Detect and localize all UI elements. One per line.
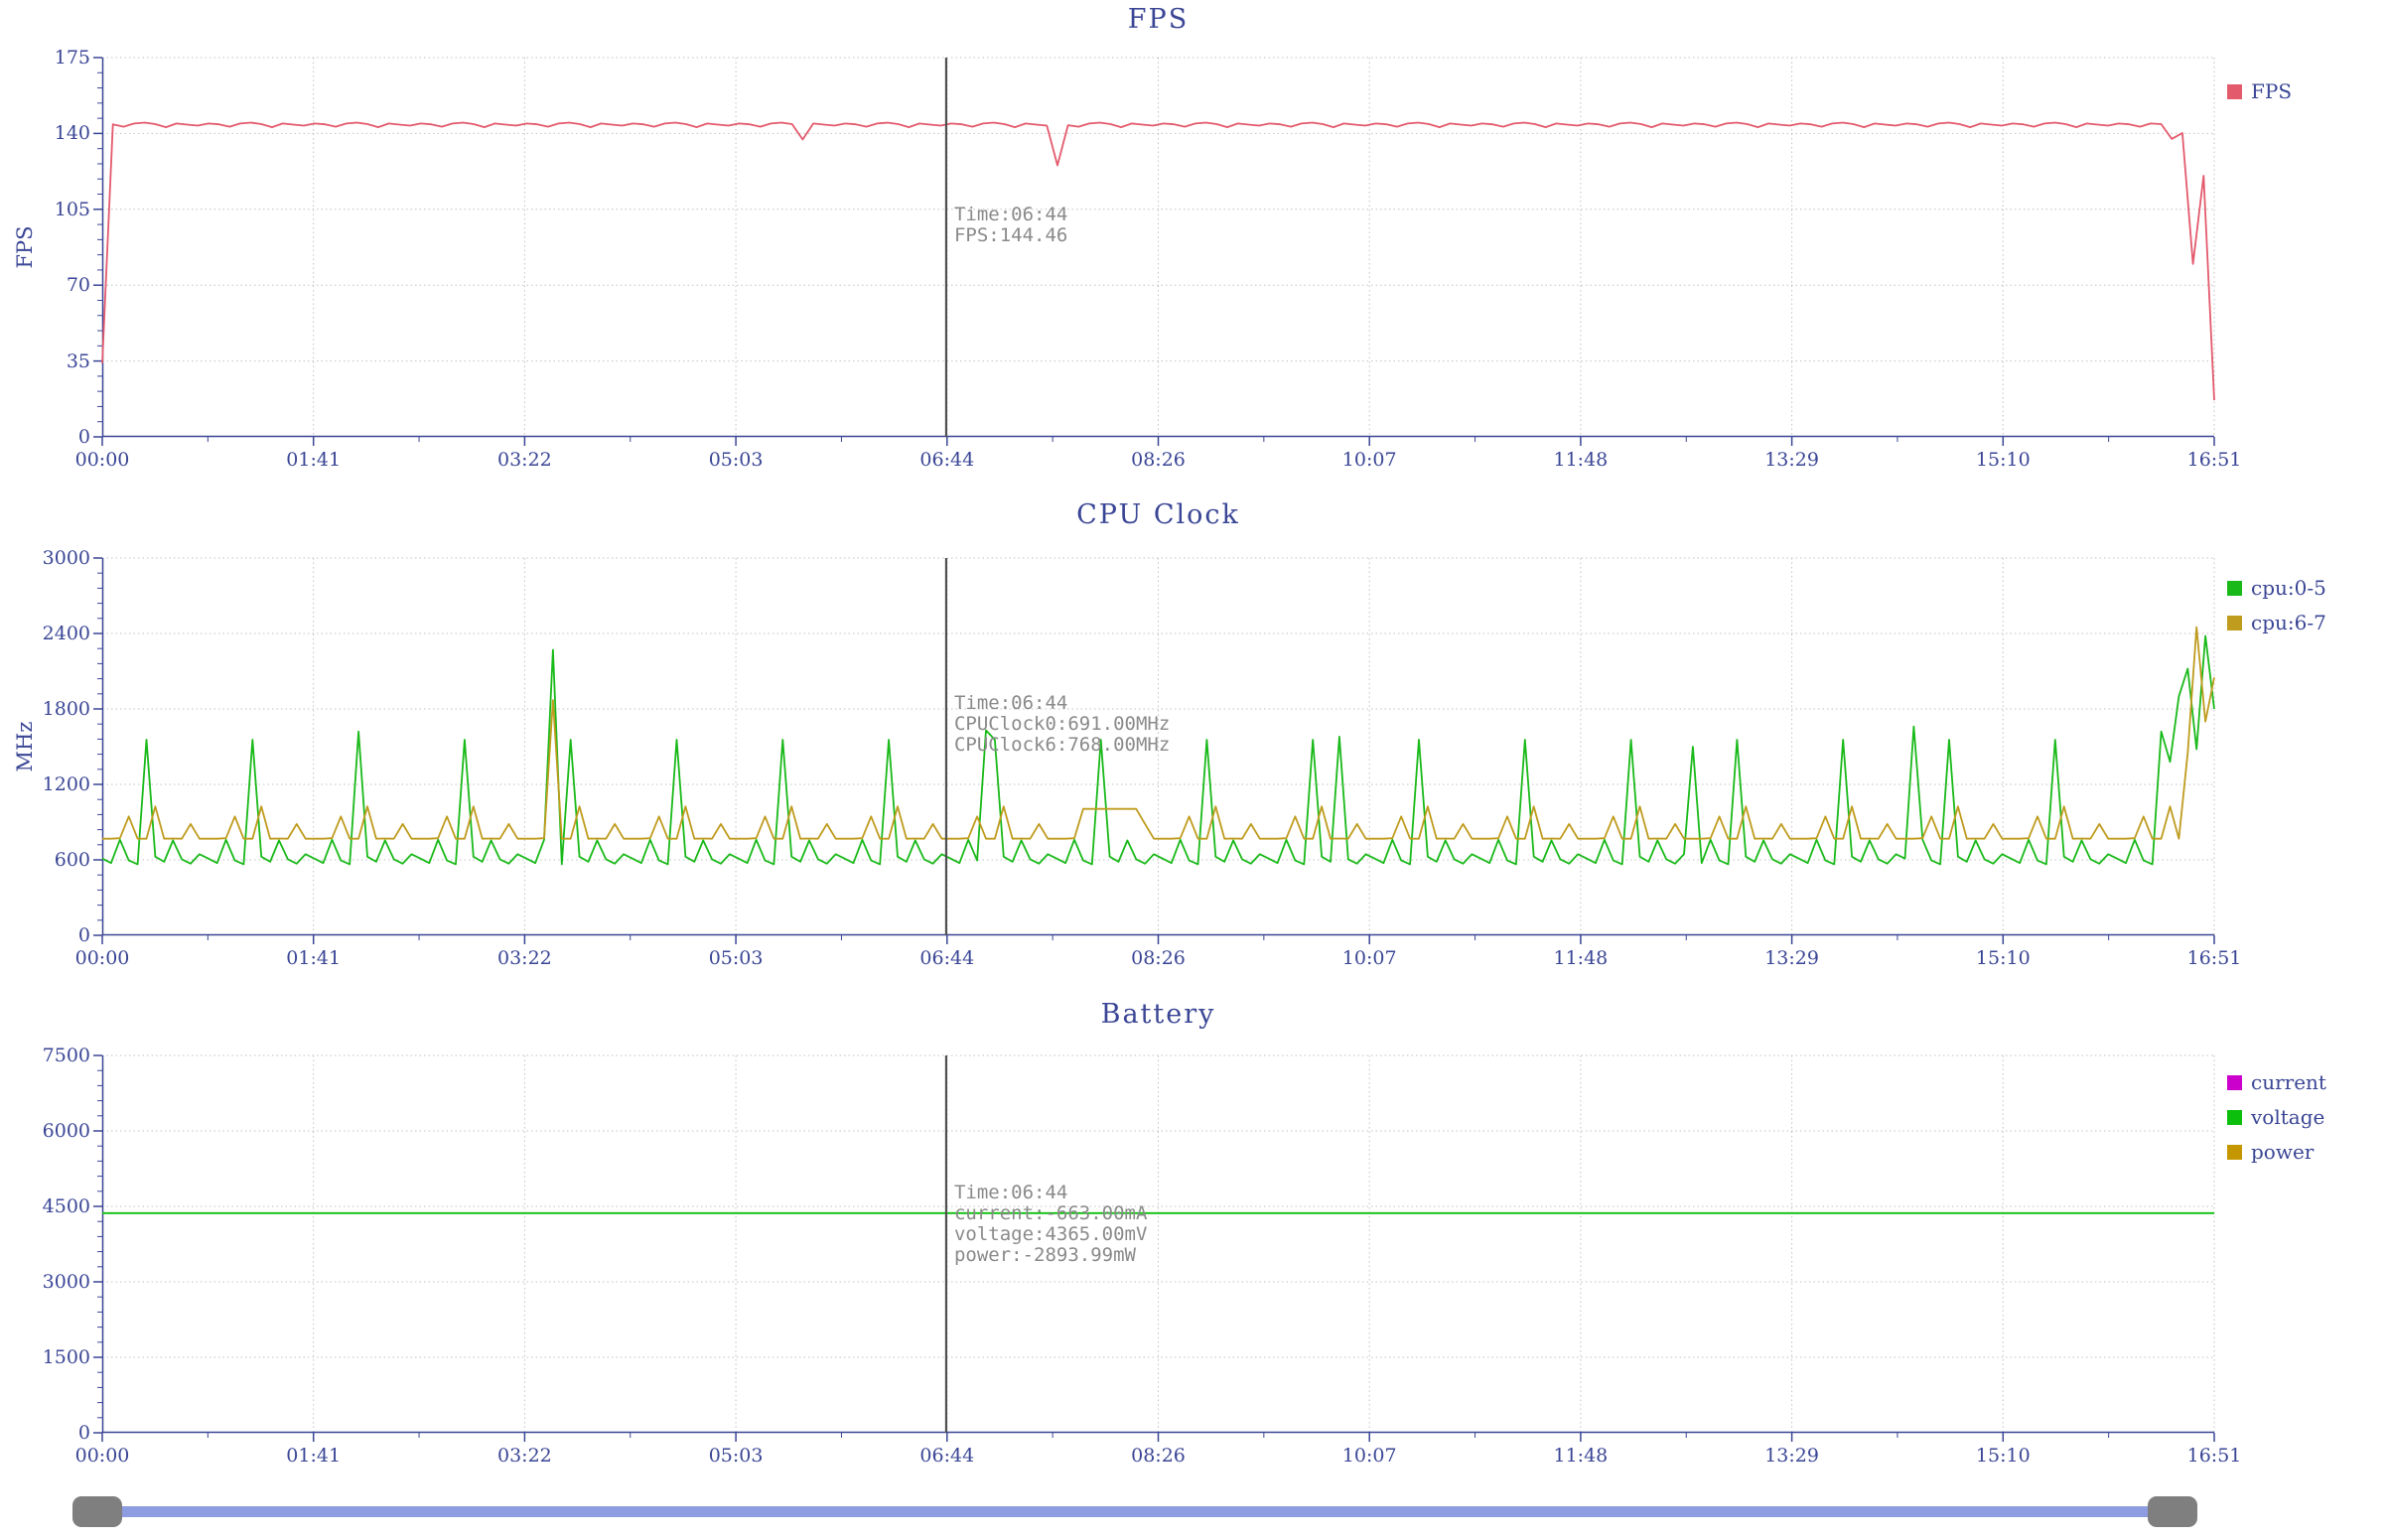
y-tick-label: 1200	[7, 773, 90, 795]
x-tick-label: 15:10	[1976, 1445, 2031, 1467]
legend-item-cpu-0-5[interactable]: cpu:0-5	[2227, 580, 2326, 596]
y-tick-label: 2400	[7, 623, 90, 644]
tooltip-line: Time:06:44	[954, 205, 1067, 225]
timeline-scrollbar-left-handle[interactable]	[72, 1496, 122, 1527]
legend-label: cpu:6-7	[2251, 611, 2326, 634]
x-tick-label: 10:07	[1342, 449, 1397, 471]
x-tick-label: 06:44	[919, 947, 974, 969]
performance-dashboard: FPS CPU Clock Battery FPS 0 35 70 105 140 175 0…	[0, 0, 2388, 1540]
x-tick-label: 16:51	[2187, 1445, 2242, 1467]
y-tick-label: 70	[7, 274, 90, 296]
legend-item-voltage[interactable]: voltage	[2227, 1109, 2326, 1125]
x-tick-label: 13:29	[1764, 1445, 1819, 1467]
x-tick-label: 15:10	[1976, 449, 2031, 471]
battery-chart-title: Battery	[102, 999, 2214, 1030]
x-tick-label: 03:22	[497, 947, 552, 969]
legend-swatch-icon	[2227, 581, 2242, 596]
legend-item-current[interactable]: current	[2227, 1074, 2326, 1090]
x-tick-label: 10:07	[1342, 1445, 1397, 1467]
timeline-scrollbar-track[interactable]	[95, 1506, 2197, 1517]
x-tick-label: 11:48	[1554, 947, 1609, 969]
x-tick-label: 06:44	[919, 1445, 974, 1467]
tooltip-line: voltage:4365.00mV	[954, 1224, 1147, 1245]
fps-legend: FPS	[2227, 83, 2292, 118]
legend-swatch-icon	[2227, 84, 2242, 99]
y-tick-label: 1500	[7, 1346, 90, 1368]
y-tick-label: 3000	[7, 1271, 90, 1293]
tooltip-line: CPUClock0:691.00MHz	[954, 714, 1170, 735]
y-tick-label: 600	[7, 849, 90, 871]
x-tick-label: 06:44	[919, 449, 974, 471]
x-tick-label: 11:48	[1554, 1445, 1609, 1467]
legend-label: current	[2251, 1070, 2326, 1094]
y-tick-label: 0	[7, 924, 90, 946]
y-tick-label: 140	[7, 122, 90, 144]
x-tick-label: 13:29	[1764, 449, 1819, 471]
fps-chart-title: FPS	[102, 4, 2214, 35]
x-tick-label: 05:03	[709, 1445, 764, 1467]
y-tick-label: 0	[7, 1422, 90, 1444]
x-tick-label: 05:03	[709, 449, 764, 471]
battery-plot[interactable]	[88, 1048, 2228, 1451]
tooltip-line: Time:06:44	[954, 1183, 1147, 1203]
x-tick-label: 11:48	[1554, 449, 1609, 471]
legend-item-power[interactable]: power	[2227, 1144, 2326, 1160]
x-tick-label: 01:41	[286, 1445, 341, 1467]
y-tick-label: 6000	[7, 1120, 90, 1142]
legend-swatch-icon	[2227, 1145, 2242, 1160]
tooltip-line: Time:06:44	[954, 693, 1170, 714]
legend-label: cpu:0-5	[2251, 576, 2326, 600]
x-tick-label: 03:22	[497, 449, 552, 471]
legend-swatch-icon	[2227, 1075, 2242, 1090]
y-tick-label: 105	[7, 199, 90, 220]
x-tick-label: 00:00	[75, 1445, 130, 1467]
x-tick-label: 05:03	[709, 947, 764, 969]
cpu-clock-crosshair-tooltip: Time:06:44CPUClock0:691.00MHzCPUClock6:7…	[954, 693, 1170, 756]
y-tick-label: 1800	[7, 698, 90, 720]
tooltip-line: power:-2893.99mW	[954, 1245, 1147, 1266]
x-tick-label: 08:26	[1131, 1445, 1186, 1467]
legend-item-cpu-6-7[interactable]: cpu:6-7	[2227, 615, 2326, 630]
legend-swatch-icon	[2227, 616, 2242, 630]
x-tick-label: 00:00	[75, 947, 130, 969]
y-tick-label: 3000	[7, 547, 90, 569]
x-tick-label: 16:51	[2187, 449, 2242, 471]
fps-crosshair-tooltip: Time:06:44FPS:144.46	[954, 205, 1067, 246]
timeline-scrollbar-right-handle[interactable]	[2148, 1496, 2197, 1527]
y-tick-label: 0	[7, 426, 90, 448]
y-tick-label: 35	[7, 350, 90, 372]
x-tick-label: 15:10	[1976, 947, 2031, 969]
cpu-clock-chart-title: CPU Clock	[102, 499, 2214, 530]
x-tick-label: 10:07	[1342, 947, 1397, 969]
x-tick-label: 08:26	[1131, 449, 1186, 471]
x-tick-label: 08:26	[1131, 947, 1186, 969]
y-tick-label: 7500	[7, 1045, 90, 1066]
tooltip-line: current:-663.00mA	[954, 1203, 1147, 1224]
x-tick-label: 13:29	[1764, 947, 1819, 969]
cpu-clock-legend: cpu:0-5 cpu:6-7	[2227, 580, 2326, 649]
x-tick-label: 01:41	[286, 947, 341, 969]
fps-plot[interactable]	[88, 50, 2228, 455]
legend-swatch-icon	[2227, 1110, 2242, 1125]
x-tick-label: 01:41	[286, 449, 341, 471]
x-tick-label: 00:00	[75, 449, 130, 471]
legend-label: voltage	[2251, 1105, 2324, 1129]
x-tick-label: 16:51	[2187, 947, 2242, 969]
y-tick-label: 175	[7, 47, 90, 69]
legend-label: FPS	[2251, 79, 2292, 103]
x-tick-label: 03:22	[497, 1445, 552, 1467]
legend-label: power	[2251, 1140, 2314, 1164]
tooltip-line: FPS:144.46	[954, 225, 1067, 246]
series-fps-line	[102, 123, 2214, 401]
battery-legend: current voltage power	[2227, 1074, 2326, 1179]
battery-crosshair-tooltip: Time:06:44current:-663.00mAvoltage:4365.…	[954, 1183, 1147, 1266]
tooltip-line: CPUClock6:768.00MHz	[954, 735, 1170, 756]
legend-item-fps[interactable]: FPS	[2227, 83, 2292, 99]
y-tick-label: 4500	[7, 1195, 90, 1217]
